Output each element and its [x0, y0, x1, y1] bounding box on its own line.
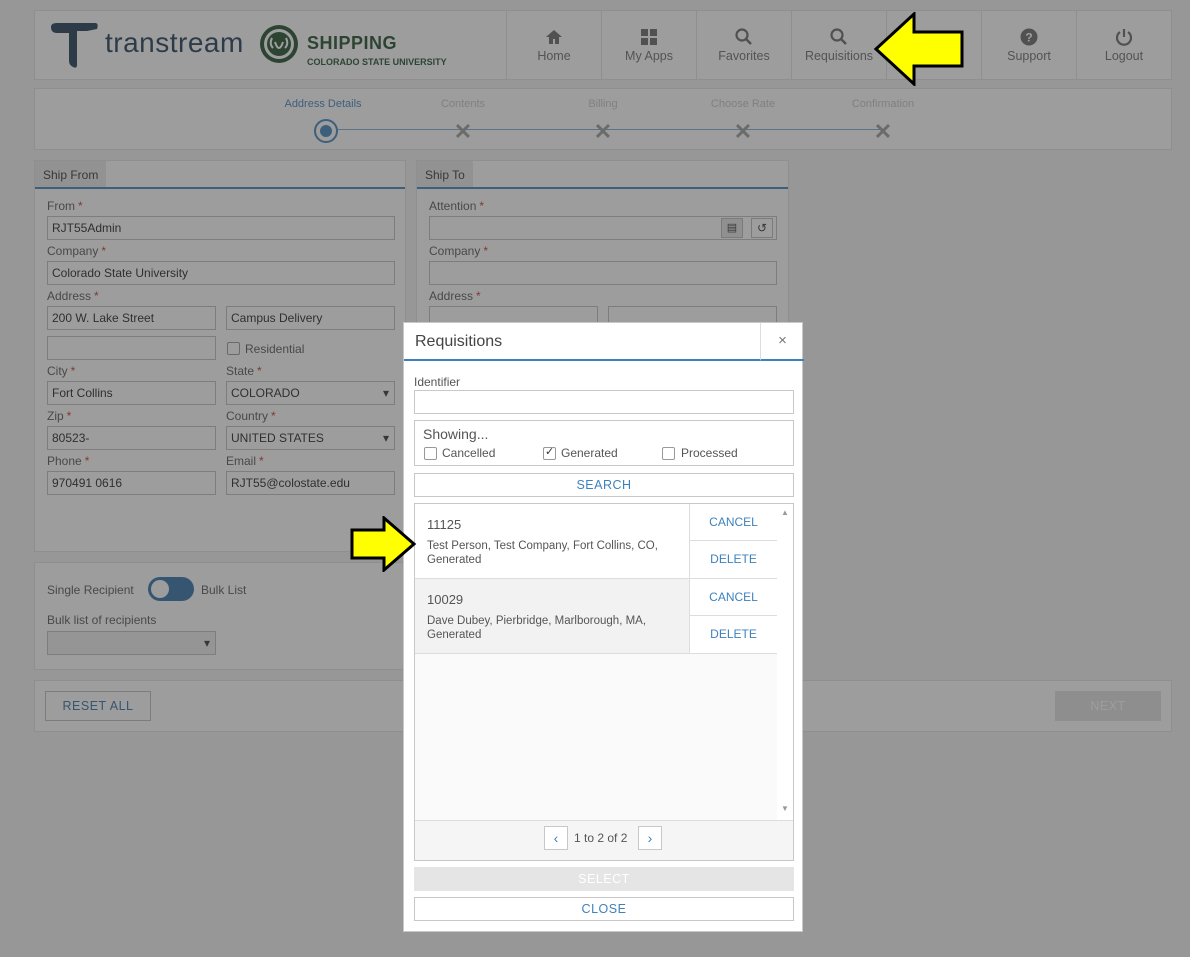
- showing-label: Showing...: [423, 426, 489, 442]
- filter-cancelled-checkbox[interactable]: [424, 447, 437, 460]
- highlight-arrow-icon: [350, 516, 416, 572]
- requisition-row[interactable]: 11125 Test Person, Test Company, Fort Co…: [415, 504, 777, 579]
- requisition-row[interactable]: 10029 Dave Dubey, Pierbridge, Marlboroug…: [415, 579, 777, 654]
- filter-processed-label: Processed: [681, 446, 738, 460]
- requisition-id: 11125: [427, 517, 462, 532]
- next-page-button[interactable]: ›: [638, 826, 662, 850]
- requisition-id: 10029: [427, 592, 464, 607]
- select-button[interactable]: SELECT: [414, 867, 794, 891]
- identifier-label: Identifier: [414, 375, 461, 389]
- delete-requisition-button[interactable]: DELETE: [689, 616, 777, 653]
- requisitions-list: 11125 Test Person, Test Company, Fort Co…: [414, 503, 794, 861]
- modal-title: Requisitions: [404, 323, 760, 361]
- delete-requisition-button[interactable]: DELETE: [689, 541, 777, 578]
- list-scrollbar[interactable]: ▲ ▼: [777, 504, 793, 820]
- requisition-description: Test Person, Test Company, Fort Collins,…: [427, 540, 658, 566]
- cancel-requisition-button[interactable]: CANCEL: [689, 504, 777, 541]
- filter-processed-checkbox[interactable]: [662, 447, 675, 460]
- status-filter-group: Showing... Cancelled Generated Processed: [414, 420, 794, 466]
- prev-page-button[interactable]: ‹: [544, 826, 568, 850]
- filter-cancelled-label: Cancelled: [442, 446, 496, 460]
- requisitions-modal: Requisitions × Identifier Showing... Can…: [403, 322, 804, 932]
- scroll-up-icon[interactable]: ▲: [781, 508, 789, 517]
- filter-generated-checkbox[interactable]: [543, 445, 556, 460]
- close-button[interactable]: CLOSE: [414, 897, 794, 921]
- scroll-down-icon[interactable]: ▼: [781, 804, 789, 813]
- highlight-arrow-icon: [874, 12, 964, 86]
- filter-generated-label: Generated: [561, 446, 618, 460]
- cancel-requisition-button[interactable]: CANCEL: [689, 579, 777, 616]
- modal-close-icon[interactable]: ×: [760, 323, 804, 361]
- identifier-input[interactable]: [414, 390, 794, 414]
- pager-text: 1 to 2 of 2: [574, 831, 628, 845]
- requisition-description: Dave Dubey, Pierbridge, Marlborough, MA,…: [427, 615, 647, 641]
- list-pager: ‹ 1 to 2 of 2 ›: [415, 820, 793, 860]
- search-button[interactable]: SEARCH: [414, 473, 794, 497]
